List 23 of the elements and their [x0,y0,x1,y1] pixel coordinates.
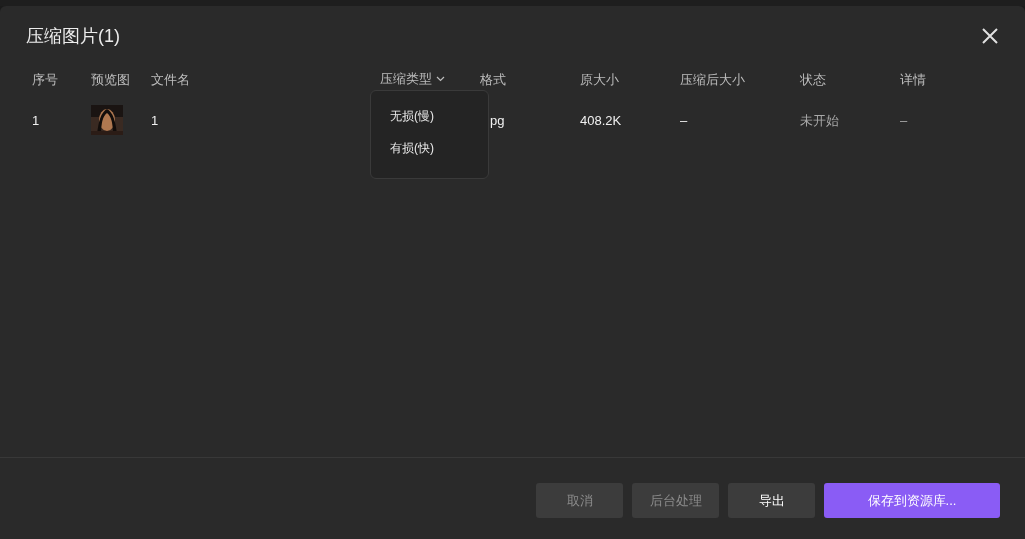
menu-item[interactable]: 有损(快) [390,139,469,157]
column-header: 格式 [480,72,506,87]
column-header: 详情 [900,72,926,87]
column-header: 状态 [800,72,826,87]
column-header-dropdown[interactable]: 压缩类型 [380,69,445,89]
menu-item[interactable]: 无损(慢) [390,107,469,125]
column-header: 序号 [32,72,58,87]
table-cell: 未开始 [800,113,839,128]
table-cell: 408.2K [580,113,622,128]
column-header: 预览图 [91,72,130,87]
table-cell: pg [490,113,505,128]
save-button[interactable]: 保存到资源库... [824,483,1000,518]
column-header: 文件名 [151,72,190,87]
dialog-title: 压缩图片(1) [26,24,120,48]
chevron-down-icon [436,76,445,82]
action-button[interactable]: 导出 [728,483,815,518]
column-header: 原大小 [580,72,619,87]
table-cell: – [900,113,908,128]
column-header: 压缩后大小 [680,72,745,87]
table-cell: 1 [151,113,159,128]
table-cell: 1 [32,113,40,128]
close-icon[interactable] [981,27,999,45]
table-cell: – [680,113,688,128]
